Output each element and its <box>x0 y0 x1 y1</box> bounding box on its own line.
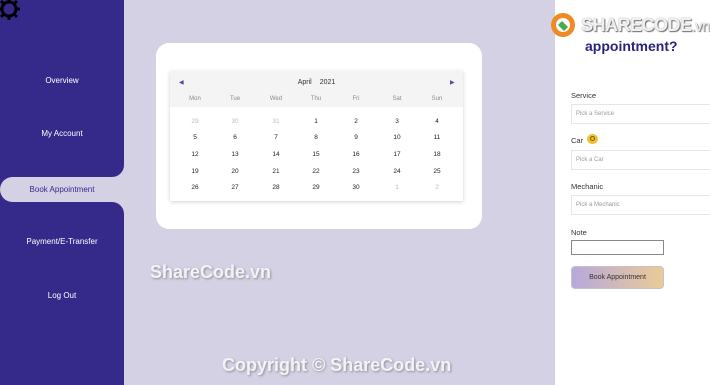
calendar-day[interactable]: 8 <box>296 134 336 141</box>
sidebar-item-book-appointment[interactable]: Book Appointment <box>0 177 124 202</box>
calendar-day[interactable]: 16 <box>336 151 376 158</box>
book-appointment-button[interactable]: Book Appointment <box>571 266 664 289</box>
calendar-day[interactable]: 19 <box>175 168 215 175</box>
next-month-icon[interactable]: ▶ <box>450 71 455 95</box>
calendar-day[interactable]: 11 <box>417 134 457 141</box>
sidebar-item-log-out[interactable]: Log Out <box>0 283 124 309</box>
calendar-day[interactable]: 29 <box>175 118 215 125</box>
form-heading: appointment? <box>585 38 678 54</box>
calendar-day[interactable]: 26 <box>175 184 215 191</box>
calendar-day[interactable]: 17 <box>377 151 417 158</box>
weekday-header: Sat <box>392 96 402 102</box>
note-label: Note <box>571 228 587 237</box>
watermark-copyright: Copyright © ShareCode.vn <box>222 355 452 375</box>
calendar-day[interactable]: 7 <box>256 134 296 141</box>
calendar-day[interactable]: 3 <box>377 118 417 125</box>
gear-icon[interactable] <box>0 0 22 22</box>
calendar-day[interactable]: 5 <box>175 134 215 141</box>
weekday-header: Mon <box>189 96 201 102</box>
sharecode-logo: SHARECODE.vn <box>548 10 710 40</box>
sidebar-item-payment[interactable]: Payment/E-Transfer <box>0 229 124 255</box>
sidebar-item-overview[interactable]: Overview <box>0 68 124 94</box>
calendar-day[interactable]: 10 <box>377 134 417 141</box>
calendar-day[interactable]: 4 <box>417 118 457 125</box>
weekday-header: Wed <box>269 96 283 102</box>
calendar-day[interactable]: 30 <box>336 184 376 191</box>
calendar-day[interactable]: 27 <box>215 184 255 191</box>
weekday-header: Sun <box>431 96 443 102</box>
calendar-day[interactable]: 12 <box>175 151 215 158</box>
calendar-day[interactable]: 31 <box>256 118 296 125</box>
calendar-month[interactable]: April <box>298 79 312 86</box>
active-tab-curve-top <box>112 165 124 177</box>
calendar-day[interactable]: 22 <box>296 168 336 175</box>
active-tab-curve-bottom <box>112 202 124 214</box>
note-input[interactable] <box>571 240 664 255</box>
service-select[interactable]: Pick a Service <box>571 104 710 124</box>
calendar-day[interactable]: 24 <box>377 168 417 175</box>
calendar-day[interactable]: 25 <box>417 168 457 175</box>
calendar-day[interactable]: 28 <box>256 184 296 191</box>
sharecode-logo-icon <box>551 13 575 37</box>
calendar-day[interactable]: 1 <box>377 184 417 191</box>
watermark-center: ShareCode.vn <box>150 262 272 282</box>
calendar-day[interactable]: 9 <box>336 134 376 141</box>
weekday-header: Tue <box>229 96 241 102</box>
calendar-day[interactable]: 2 <box>336 118 376 125</box>
calendar-day[interactable]: 21 <box>256 168 296 175</box>
car-emoji-icon <box>587 134 598 144</box>
calendar-day[interactable]: 1 <box>296 118 336 125</box>
calendar-day[interactable]: 6 <box>215 134 255 141</box>
car-select[interactable]: Pick a Car <box>571 150 710 170</box>
calendar-day[interactable]: 23 <box>336 168 376 175</box>
calendar-day[interactable]: 18 <box>417 151 457 158</box>
sidebar-item-label: Book Appointment <box>29 185 95 194</box>
calendar-day[interactable]: 30 <box>215 118 255 125</box>
logo-suffix: .vn <box>691 18 710 35</box>
calendar-day[interactable]: 20 <box>215 168 255 175</box>
calendar: ◀ April 2021 ▶ Mon Tue Wed Thu Fri Sat Sun 29 3… <box>170 71 463 201</box>
calendar-day[interactable]: 13 <box>215 151 255 158</box>
weekday-header: Fri <box>352 96 360 102</box>
sidebar-item-my-account[interactable]: My Account <box>0 121 124 147</box>
calendar-day[interactable]: 2 <box>417 184 457 191</box>
mechanic-label: Mechanic <box>571 182 604 191</box>
car-label: Car <box>571 136 584 145</box>
calendar-day[interactable]: 15 <box>296 151 336 158</box>
calendar-day[interactable]: 14 <box>256 151 296 158</box>
weekday-header: Thu <box>310 96 322 102</box>
logo-text: SHARECODE <box>581 15 692 35</box>
calendar-year[interactable]: 2021 <box>320 79 336 86</box>
calendar-day[interactable]: 29 <box>296 184 336 191</box>
service-label: Service <box>571 91 597 100</box>
booking-form-panel <box>555 0 710 385</box>
mechanic-select[interactable]: Pick a Mechanic <box>571 195 710 215</box>
calendar-title: April 2021 <box>170 71 463 95</box>
